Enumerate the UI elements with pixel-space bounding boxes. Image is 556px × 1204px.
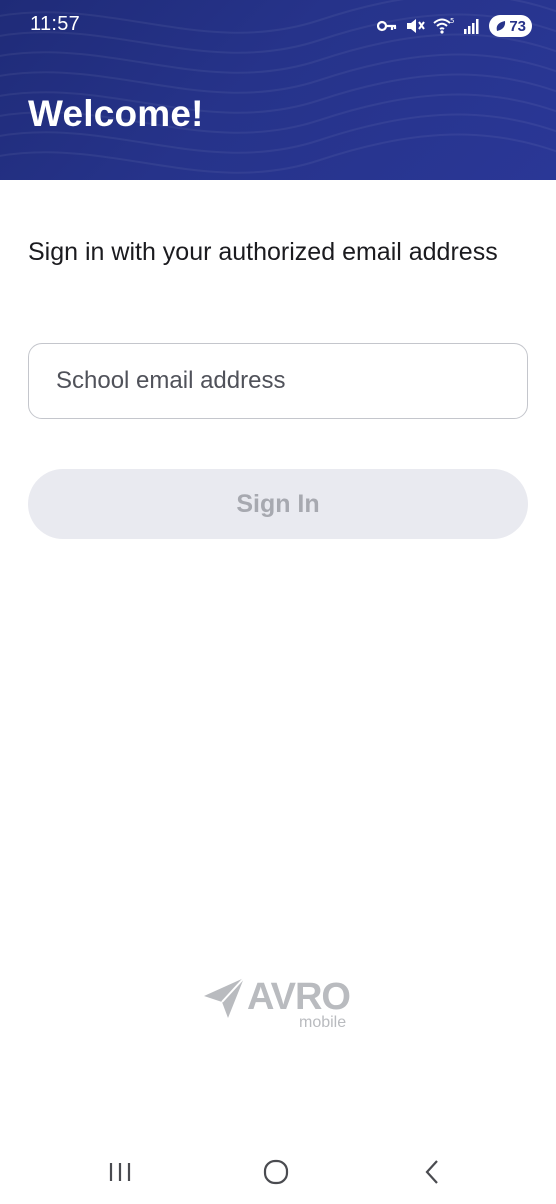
status-time: 11:57 — [30, 13, 81, 35]
sign-in-button[interactable]: Sign In — [28, 469, 528, 539]
status-icons: 5 73 — [377, 14, 532, 38]
home-button[interactable] — [256, 1156, 296, 1188]
paper-plane-icon — [204, 977, 245, 1018]
logo-subtext: mobile — [299, 1014, 347, 1031]
system-nav-bar — [0, 1140, 556, 1204]
page-title: Welcome! — [28, 93, 204, 134]
avro-logo: AVRO mobile — [202, 972, 362, 1032]
wifi-icon: 5 — [433, 17, 455, 34]
battery-percent: 73 — [509, 17, 526, 35]
logo-text: AVRO — [247, 976, 351, 1018]
vpn-key-icon — [377, 20, 397, 32]
back-button[interactable] — [412, 1156, 452, 1188]
signal-icon — [464, 19, 479, 34]
recents-button[interactable] — [100, 1156, 140, 1188]
svg-text:5: 5 — [450, 17, 454, 25]
email-field[interactable] — [28, 343, 528, 419]
recents-icon — [109, 1163, 131, 1181]
header: 11:57 5 73 Welcome! — [0, 0, 556, 180]
status-bar: 11:57 5 73 — [0, 0, 556, 52]
battery-saver-icon — [496, 21, 506, 31]
sign-in-instruction: Sign in with your authorized email addre… — [28, 238, 498, 266]
mute-icon — [407, 19, 426, 33]
battery-indicator: 73 — [489, 15, 532, 37]
back-icon — [425, 1160, 438, 1184]
home-icon — [263, 1159, 289, 1185]
